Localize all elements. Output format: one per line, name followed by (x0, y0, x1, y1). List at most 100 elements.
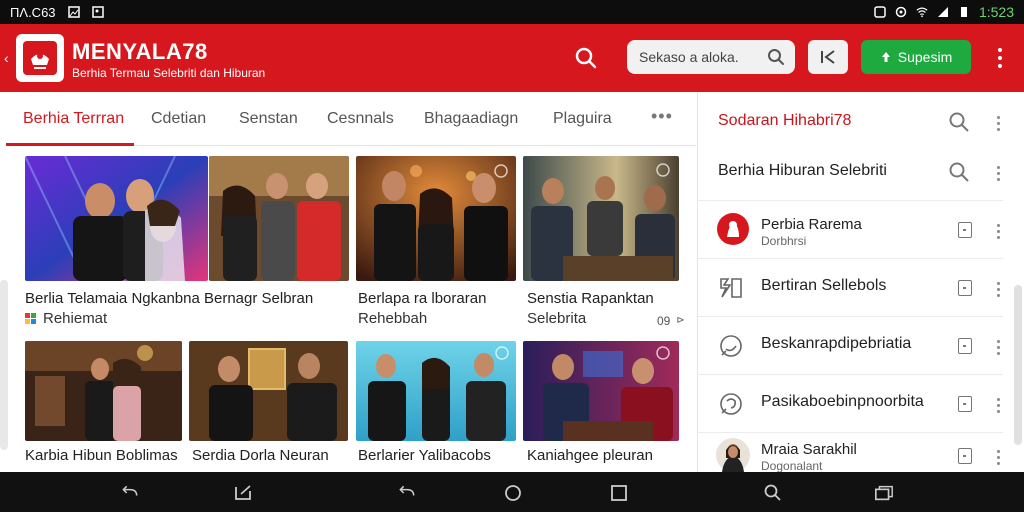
item-label: Bertiran Sellebols (761, 277, 887, 294)
tabs-overflow-icon[interactable]: ••• (651, 106, 673, 127)
item-sublabel: Dogonalant (761, 459, 823, 472)
right-scrollbar[interactable] (1014, 285, 1022, 445)
wifi-icon (916, 7, 928, 18)
item-label: Perbia Rarema (761, 216, 862, 233)
search-field-icon (768, 49, 784, 65)
item-label: Mraia Sarakhil (761, 441, 857, 458)
save-icon[interactable] (958, 396, 972, 412)
search-placeholder: Sekaso a aloka. (639, 49, 739, 65)
video-duration: 09 ⊳ (657, 311, 685, 331)
system-nav-bar (0, 472, 1024, 512)
video-thumbnail[interactable] (25, 341, 182, 441)
avatar-red-icon (717, 213, 749, 245)
brand-icon (720, 278, 742, 298)
video-channel: Rehebbah (358, 310, 428, 327)
duration-icon: ⊳ (676, 315, 685, 326)
tab-senstan[interactable]: Senstan (239, 110, 298, 128)
side-search-label: Berhia Hiburan Selebriti (718, 162, 887, 179)
video-title[interactable]: Senstia Rapanktan (527, 289, 654, 309)
tab-cesnnals[interactable]: Cesnnals (327, 110, 394, 128)
side-list-item[interactable]: Mraia Sarakhil Dogonalant (698, 432, 1011, 472)
upload-icon (881, 52, 890, 62)
side-list-item[interactable]: Beskanrapdipebriatia (698, 316, 1011, 374)
app-bar: ‹ MENYALA78 Berhia Termau Selebriti dan … (0, 24, 1024, 92)
side-list-item[interactable]: Bertiran Sellebols (698, 258, 1011, 316)
tab-bhagaadiagn[interactable]: Bhagaadiagn (424, 110, 518, 128)
tab-plaguira[interactable]: Plaguira (553, 110, 612, 128)
search-icon[interactable] (570, 42, 602, 74)
video-thumbnail[interactable] (25, 156, 208, 281)
app-title: MENYALA78 (72, 39, 208, 64)
more-options-icon[interactable] (995, 166, 1001, 181)
status-bar: ΠΛ.C63 1:523 (0, 0, 1024, 24)
left-scrollbar[interactable] (0, 280, 8, 450)
more-options-icon[interactable] (995, 398, 1001, 413)
image-icon (67, 6, 80, 18)
video-title[interactable]: Kaniahgee pleuran (527, 446, 653, 466)
item-label: Beskanrapdipebriatia (761, 335, 912, 352)
active-tab-indicator (6, 143, 134, 146)
video-thumbnail[interactable] (189, 341, 348, 441)
chat-icon (720, 393, 742, 415)
gallery-icon (91, 6, 104, 18)
video-title[interactable]: Berlarier Yalibacobs (358, 446, 491, 466)
more-options-icon[interactable] (995, 116, 1001, 131)
side-list-item[interactable]: Perbia Rarema Dorbhrsi (698, 200, 1011, 258)
video-title[interactable]: Karbia Hibun Boblimas (25, 446, 178, 466)
more-options-icon[interactable] (995, 224, 1001, 239)
save-icon[interactable] (958, 338, 972, 354)
side-panel: Sodaran Hihabri78 Berhia Hiburan Selebri… (697, 92, 1010, 472)
video-channel: Rehiemat (43, 310, 108, 327)
battery-icon (960, 7, 967, 17)
avatar-photo-icon (716, 438, 750, 472)
search-icon[interactable] (763, 484, 783, 502)
video-meta: Rehebbah (358, 309, 427, 329)
video-title[interactable]: Serdia Dorla Neuran (192, 446, 329, 466)
video-thumbnail[interactable] (523, 341, 679, 441)
back-icon[interactable] (120, 484, 140, 502)
more-menu-icon[interactable] (990, 44, 1010, 72)
item-sublabel: Dorbhrsi (761, 234, 807, 248)
item-label: Pasikaboebinpnoorbita (761, 393, 924, 410)
nfc-icon (874, 6, 886, 18)
search-icon[interactable] (948, 111, 970, 133)
palette-icon (25, 313, 36, 324)
tab-berhia[interactable]: Berhia Terrran (23, 110, 124, 128)
windows-icon[interactable] (874, 484, 894, 502)
save-icon[interactable] (958, 448, 972, 464)
subscribe-button[interactable]: Supesim (861, 40, 971, 74)
side-list-item[interactable]: Pasikaboebinpnoorbita (698, 374, 1011, 432)
video-meta: Rehiemat (25, 309, 107, 329)
recents-icon[interactable] (233, 484, 253, 502)
search-input[interactable]: Sekaso a aloka. (627, 40, 795, 74)
category-tabs: Berhia Terrran Cdetian Senstan Cesnnals … (6, 92, 696, 146)
video-channel: Selebrita (527, 310, 587, 327)
back-icon[interactable] (397, 484, 417, 502)
save-icon[interactable] (958, 280, 972, 296)
subscribe-label: Supesim (897, 49, 953, 65)
tab-cdetian[interactable]: Cdetian (151, 110, 206, 128)
video-thumbnail[interactable] (209, 156, 349, 281)
overview-icon[interactable] (609, 484, 629, 502)
video-meta: Selebrita (527, 309, 586, 329)
video-title[interactable]: Berlapa ra lboraran (358, 289, 486, 309)
back-icon[interactable]: ‹ (4, 50, 9, 66)
home-icon[interactable] (503, 484, 523, 502)
side-panel-header: Sodaran Hihabri78 (718, 112, 852, 129)
signal-icon (937, 7, 948, 17)
video-thumbnail[interactable] (356, 341, 516, 441)
brand-logo-icon (23, 41, 57, 75)
app-subtitle: Berhia Termau Selebriti dan Hiburan (72, 66, 266, 80)
video-thumbnail[interactable] (356, 156, 516, 281)
save-icon[interactable] (958, 222, 972, 238)
more-options-icon[interactable] (995, 450, 1001, 465)
app-logo[interactable] (16, 34, 64, 82)
video-thumbnail[interactable] (523, 156, 679, 281)
cast-button[interactable] (808, 40, 848, 74)
chat-icon (720, 335, 742, 357)
search-icon[interactable] (948, 161, 970, 183)
video-title[interactable]: Berlia Telamaia Ngkanbna Bernagr Selbran (25, 289, 313, 309)
more-options-icon[interactable] (995, 340, 1001, 355)
more-options-icon[interactable] (995, 282, 1001, 297)
carrier-text: ΠΛ.C63 (10, 4, 56, 20)
